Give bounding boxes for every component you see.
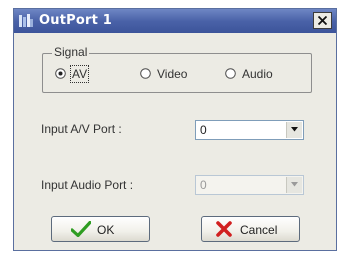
audio-port-value: 0 [200, 178, 207, 192]
cancel-button-label: Cancel [240, 223, 278, 237]
av-port-dropdown-button[interactable] [286, 122, 302, 138]
av-port-value: 0 [200, 123, 207, 137]
av-port-label: Input A/V Port : [41, 122, 122, 136]
radio-av-label: AV [69, 65, 90, 83]
cancel-button[interactable]: Cancel [201, 216, 300, 242]
ok-button-label: OK [97, 223, 115, 237]
chevron-down-icon [291, 127, 298, 132]
radio-unselected-icon [225, 68, 236, 79]
radio-audio-label: Audio [242, 67, 273, 81]
x-cross-icon [216, 221, 232, 237]
audio-port-select[interactable]: 0 [195, 175, 304, 195]
window-title: OutPort 1 [39, 13, 112, 28]
chevron-down-icon [291, 182, 298, 187]
signal-groupbox: Signal AV Video Audio [42, 44, 312, 93]
title-bar[interactable]: OutPort 1 [14, 9, 336, 33]
av-port-select[interactable]: 0 [195, 120, 304, 140]
close-icon [318, 16, 327, 25]
checkmark-icon [71, 221, 91, 237]
audio-port-label: Input Audio Port : [41, 178, 134, 192]
monitor-icon [19, 14, 33, 28]
close-button[interactable] [313, 12, 332, 29]
audio-port-dropdown-button[interactable] [286, 177, 302, 193]
signal-group-label: Signal [52, 44, 90, 60]
radio-selected-icon [55, 68, 66, 79]
radio-unselected-icon [140, 68, 151, 79]
radio-video-label: Video [157, 67, 188, 81]
ok-button[interactable]: OK [51, 216, 150, 242]
outport-dialog: OutPort 1 Signal AV Video Audio Input A/… [13, 8, 337, 251]
